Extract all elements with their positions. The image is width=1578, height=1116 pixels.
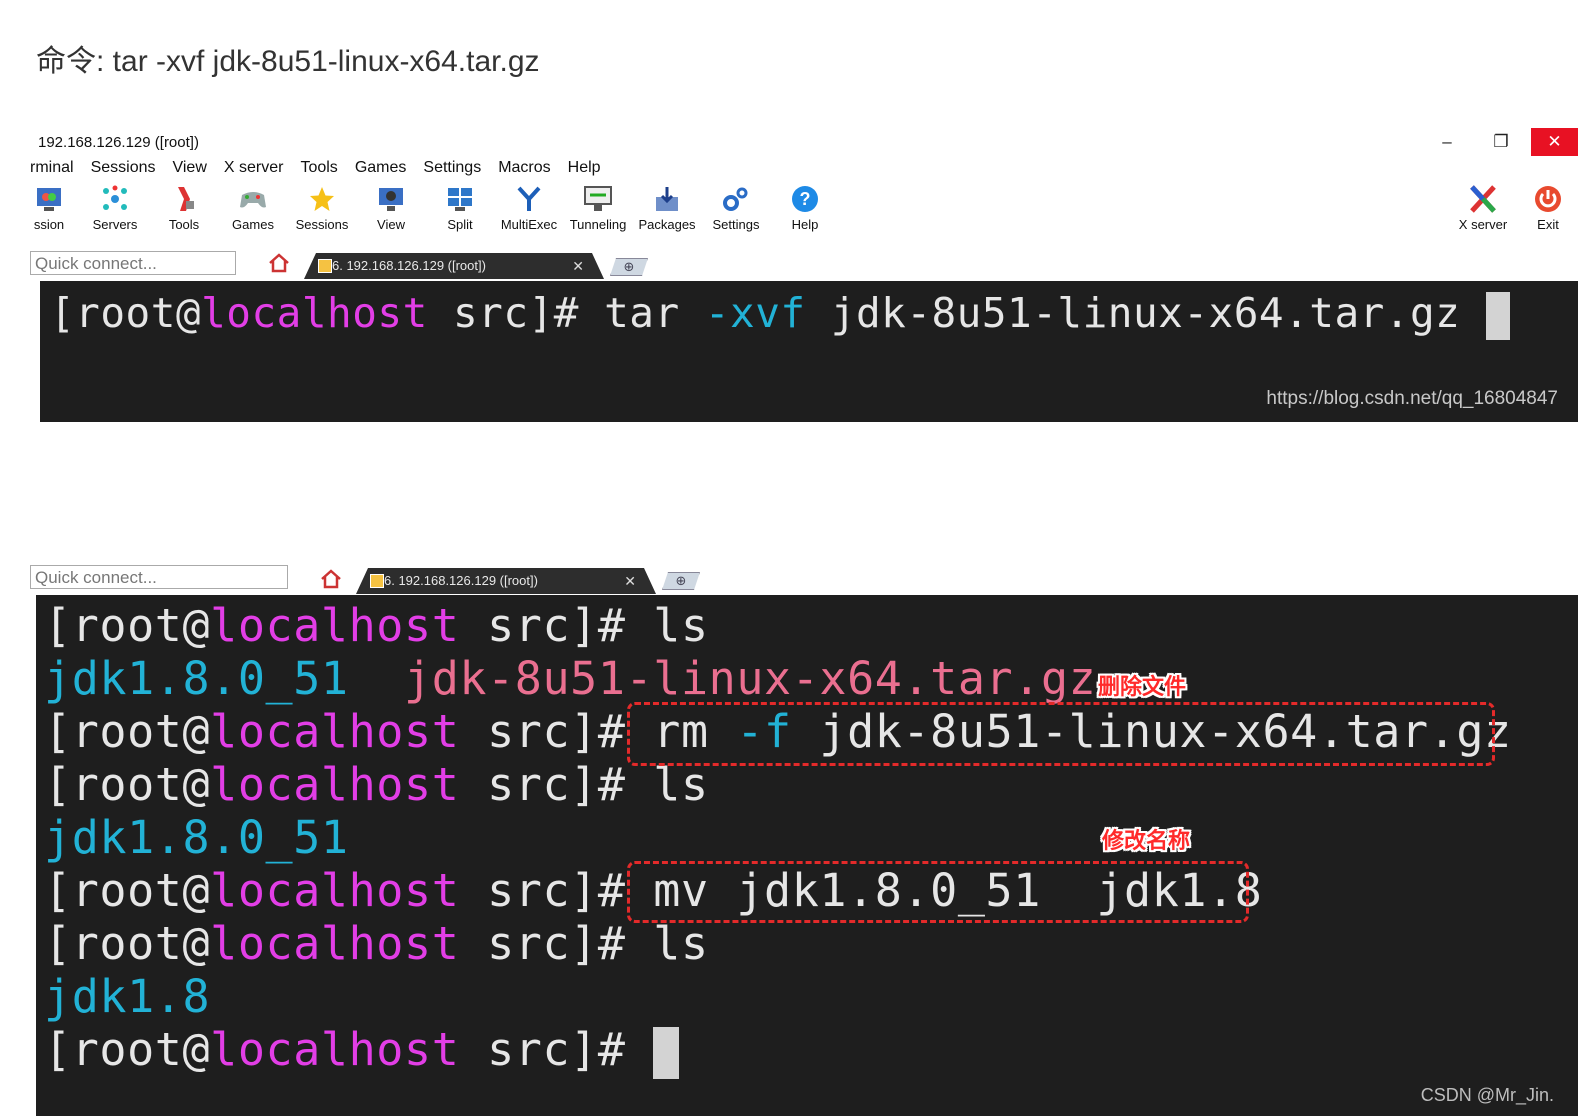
csdn-watermark: CSDN @Mr_Jin. [1420, 1085, 1554, 1105]
menu-settings[interactable]: Settings [423, 159, 481, 181]
servers-icon [80, 184, 150, 214]
svg-text:?: ? [800, 189, 811, 209]
menu-bar: rminal Sessions View X server Tools Game… [30, 159, 618, 181]
toolbar-multiexec-button[interactable]: MultiExec [494, 184, 564, 232]
terminal-panel-2[interactable]: [root@localhost src]# ls jdk1.8.0_51 jdk… [36, 595, 1578, 1116]
new-tab-button-2[interactable]: ⊕ [662, 572, 700, 590]
terminal-panel-1[interactable]: [root@localhost src]# tar -xvf jdk-8u51-… [40, 281, 1578, 422]
toolbar: ssion Servers Tools Games Sessions View … [0, 184, 1578, 240]
rm-command-highlight [627, 702, 1495, 766]
games-icon [218, 184, 288, 214]
new-tab-button[interactable]: ⊕ [610, 258, 648, 276]
annotation-delete-file: 删除文件 [1098, 675, 1187, 700]
home-icon [269, 253, 289, 273]
toolbar-tunneling-button[interactable]: Tunneling [563, 184, 633, 232]
packages-icon [632, 184, 702, 214]
blog-watermark: https://blog.csdn.net/qq_16804847 [1266, 388, 1558, 409]
terminal-line: [root@localhost src]# [44, 1023, 680, 1079]
tunneling-icon [563, 184, 633, 214]
terminal-cursor [1485, 292, 1510, 340]
menu-view[interactable]: View [172, 159, 206, 181]
toolbar-tools-button[interactable]: Tools [149, 184, 219, 232]
tools-icon [149, 184, 219, 214]
toolbar-view-button[interactable]: View [356, 184, 426, 232]
toolbar-settings-button[interactable]: Settings [701, 184, 771, 232]
page-heading: 命令: tar -xvf jdk-8u51-linux-x64.tar.gz [36, 45, 540, 78]
toolbar-games-button[interactable]: Games [218, 184, 288, 232]
home-tab-button[interactable] [258, 251, 300, 275]
terminal-line: [root@localhost src]# ls [44, 758, 709, 811]
menu-sessions[interactable]: Sessions [91, 159, 156, 181]
menu-help[interactable]: Help [568, 159, 601, 181]
window-title: 192.168.126.129 ([root]) [38, 134, 199, 151]
session-tab[interactable]: 6. 192.168.126.129 ([root]) ✕ [304, 253, 604, 279]
session-icon [14, 184, 84, 214]
session-tab-label: 6. 192.168.126.129 ([root]) [332, 258, 486, 273]
home-icon [321, 569, 341, 589]
quick-connect-input-2[interactable]: Quick connect... [30, 565, 288, 589]
terminal-line: [root@localhost src]# tar -xvf jdk-8u51-… [50, 289, 1510, 340]
minimize-button[interactable]: – [1424, 128, 1470, 156]
annotation-rename: 修改名称 [1102, 829, 1191, 854]
help-icon: ? [770, 184, 840, 214]
view-icon [356, 184, 426, 214]
toolbar-sessions-button[interactable]: Sessions [287, 184, 357, 232]
split-icon [425, 184, 495, 214]
session-tab-icon [318, 259, 332, 273]
toolbar-packages-button[interactable]: Packages [632, 184, 702, 232]
toolbar-x-server-button[interactable]: X server [1448, 184, 1518, 232]
multiexec-icon [494, 184, 564, 214]
terminal-line: [root@localhost src]# ls [44, 917, 709, 970]
toolbar-servers-button[interactable]: Servers [80, 184, 150, 232]
session-tab-label: 6. 192.168.126.129 ([root]) [384, 573, 538, 588]
home-tab-button-2[interactable] [310, 567, 352, 591]
terminal-line: [root@localhost src]# ls [44, 599, 709, 652]
restore-button[interactable]: ❐ [1478, 128, 1524, 156]
toolbar-split-button[interactable]: Split [425, 184, 495, 232]
menu-x-server[interactable]: X server [224, 159, 284, 181]
x-server-icon [1448, 184, 1518, 214]
terminal-line: jdk1.8.0_51 jdk-8u51-linux-x64.tar.gz [44, 652, 1097, 705]
terminal-line: jdk1.8 [44, 970, 211, 1023]
menu-macros[interactable]: Macros [498, 159, 550, 181]
toolbar-help-button[interactable]: ? Help [770, 184, 840, 232]
sessions-star-icon [287, 184, 357, 214]
quick-connect-input[interactable]: Quick connect... [30, 251, 236, 275]
tab-close-icon[interactable]: ✕ [572, 253, 584, 279]
menu-tools[interactable]: Tools [300, 159, 337, 181]
mv-command-highlight [627, 861, 1249, 923]
menu-games[interactable]: Games [355, 159, 407, 181]
terminal-cursor [653, 1027, 680, 1079]
toolbar-exit-button[interactable]: Exit [1518, 184, 1578, 232]
settings-icon [701, 184, 771, 214]
tab-close-icon[interactable]: ✕ [624, 568, 636, 594]
session-tab-icon [370, 574, 384, 588]
toolbar-session-button[interactable]: ssion [14, 184, 84, 232]
exit-icon [1518, 184, 1578, 214]
terminal-line: jdk1.8.0_51 [44, 811, 349, 864]
session-tab-2[interactable]: 6. 192.168.126.129 ([root]) ✕ [356, 568, 656, 594]
close-button[interactable]: ✕ [1531, 128, 1578, 156]
menu-terminal[interactable]: rminal [30, 159, 74, 181]
